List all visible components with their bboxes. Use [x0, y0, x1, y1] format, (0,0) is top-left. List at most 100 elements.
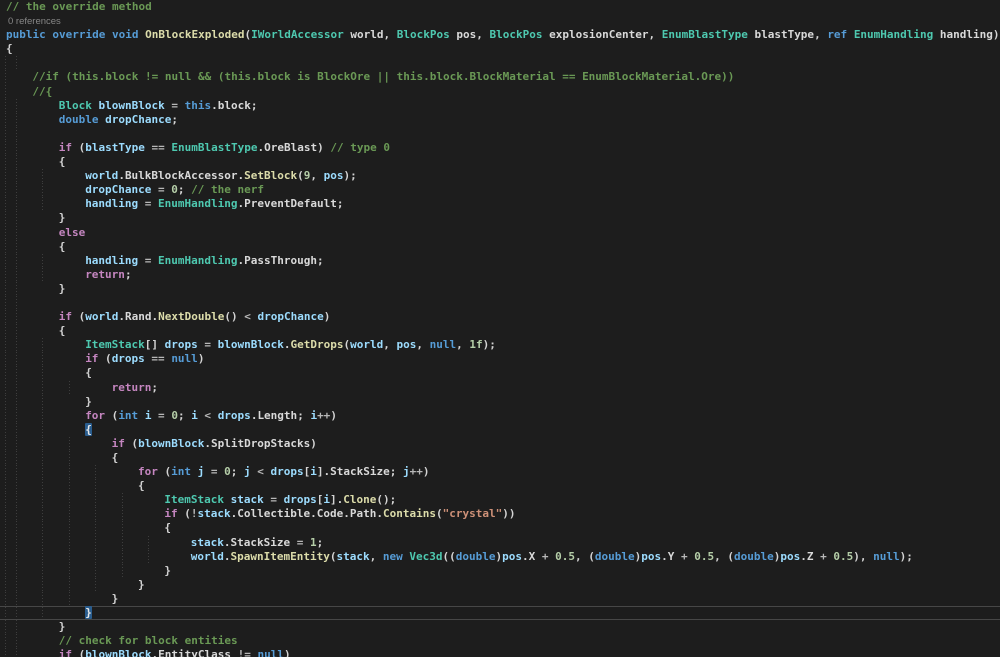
code-line-text: }: [0, 592, 118, 606]
code-line[interactable]: }: [0, 211, 1000, 225]
code-line-text: ItemStack[] drops = blownBlock.GetDrops(…: [0, 338, 496, 352]
token-punctuation: ): [330, 409, 337, 422]
token-punctuation: ].: [330, 493, 343, 506]
codelens-references[interactable]: 0 references: [0, 16, 61, 27]
token-punctuation: ((: [443, 550, 456, 563]
token-method: OnBlockExploded: [145, 28, 244, 41]
code-line[interactable]: if (blastType == EnumBlastType.OreBlast)…: [0, 141, 1000, 155]
code-line[interactable]: if (drops == null): [0, 352, 1000, 366]
code-line[interactable]: //if (this.block != null && (this.block …: [0, 70, 1000, 84]
code-line-text: dropChance = 0; // the nerf: [0, 183, 264, 197]
code-line[interactable]: dropChance = 0; // the nerf: [0, 183, 1000, 197]
token-punctuation: )): [502, 507, 515, 520]
code-line[interactable]: if (blownBlock.EntityClass != null): [0, 648, 1000, 657]
code-line[interactable]: //{: [0, 85, 1000, 99]
token-punctuation: .: [224, 550, 231, 563]
token-member: Rand: [125, 310, 152, 323]
code-line-current[interactable]: }: [0, 606, 1000, 620]
code-line-text: }: [0, 564, 171, 578]
code-line[interactable]: [0, 296, 1000, 310]
code-line[interactable]: if (!stack.Collectible.Code.Path.Contain…: [0, 507, 1000, 521]
token-keyword: double: [595, 550, 635, 563]
code-line[interactable]: stack.StackSize = 1;: [0, 536, 1000, 550]
code-line[interactable]: if (world.Rand.NextDouble() < dropChance…: [0, 310, 1000, 324]
code-line[interactable]: return;: [0, 268, 1000, 282]
token-punctuation: .: [800, 550, 807, 563]
code-line[interactable]: }: [0, 564, 1000, 578]
code-line-text: if (!stack.Collectible.Code.Path.Contain…: [0, 507, 515, 521]
code-line[interactable]: {: [0, 42, 1000, 56]
token-punctuation: }: [59, 211, 66, 224]
token-punctuation: ): [198, 352, 205, 365]
token-text: [847, 28, 854, 41]
code-line[interactable]: {: [0, 155, 1000, 169]
code-line-text: }: [0, 282, 65, 296]
token-punctuation: (: [330, 550, 337, 563]
code-line[interactable]: for (int i = 0; i < drops.Length; i++): [0, 409, 1000, 423]
token-control-keyword: else: [59, 226, 86, 239]
token-keyword: override: [52, 28, 105, 41]
code-line[interactable]: else: [0, 226, 1000, 240]
token-punctuation: }: [59, 620, 66, 633]
token-punctuation: ,: [383, 338, 396, 351]
token-punctuation: (: [72, 310, 85, 323]
code-line[interactable]: {: [0, 521, 1000, 535]
code-line[interactable]: Block blownBlock = this.block;: [0, 99, 1000, 113]
code-line-text: }: [0, 620, 65, 634]
code-line[interactable]: [0, 56, 1000, 70]
code-line[interactable]: handling = EnumHandling.PreventDefault;: [0, 197, 1000, 211]
code-line[interactable]: ItemStack[] drops = blownBlock.GetDrops(…: [0, 338, 1000, 352]
token-variable: dropChance: [105, 113, 171, 126]
code-line-text: stack.StackSize = 1;: [0, 536, 323, 550]
code-line[interactable]: public override void OnBlockExploded(IWo…: [0, 28, 1000, 42]
code-line[interactable]: 0 references: [0, 14, 1000, 28]
code-line[interactable]: {: [0, 366, 1000, 380]
token-control-keyword: if: [59, 648, 72, 657]
token-punctuation: );: [900, 550, 913, 563]
code-line-text: }: [0, 395, 92, 409]
code-line[interactable]: }: [0, 592, 1000, 606]
code-line[interactable]: ItemStack stack = drops[i].Clone();: [0, 493, 1000, 507]
code-line[interactable]: }: [0, 395, 1000, 409]
token-punctuation: (: [125, 437, 138, 450]
code-line[interactable]: // check for block entities: [0, 634, 1000, 648]
code-line[interactable]: world.SpawnItemEntity(stack, new Vec3d((…: [0, 550, 1000, 564]
token-punctuation: ,: [476, 28, 489, 41]
code-line[interactable]: [0, 127, 1000, 141]
code-line[interactable]: {: [0, 324, 1000, 338]
token-method: GetDrops: [291, 338, 344, 351]
code-line[interactable]: double dropChance;: [0, 113, 1000, 127]
code-line[interactable]: {: [0, 451, 1000, 465]
code-line[interactable]: handling = EnumHandling.PassThrough;: [0, 254, 1000, 268]
token-control-keyword: for: [85, 409, 105, 422]
code-line[interactable]: if (blownBlock.SplitDropStacks): [0, 437, 1000, 451]
token-control-keyword: if: [59, 310, 72, 323]
code-line[interactable]: }: [0, 578, 1000, 592]
token-text: [191, 465, 198, 478]
code-line[interactable]: }: [0, 282, 1000, 296]
token-comment: // the nerf: [191, 183, 264, 196]
code-line[interactable]: return;: [0, 381, 1000, 395]
code-line[interactable]: for (int j = 0; j < drops[i].StackSize; …: [0, 465, 1000, 479]
code-line[interactable]: world.BulkBlockAccessor.SetBlock(9, pos)…: [0, 169, 1000, 183]
code-line[interactable]: // the override method: [0, 0, 1000, 14]
token-member: explosionCenter: [549, 28, 648, 41]
code-line[interactable]: }: [0, 620, 1000, 634]
token-operator: <: [238, 310, 258, 323]
token-control-keyword: return: [112, 381, 152, 394]
code-editor[interactable]: // the override method 0 referencespublic…: [0, 0, 1000, 657]
code-line-text: }: [0, 607, 92, 619]
token-variable: pos: [641, 550, 661, 563]
code-line[interactable]: {: [0, 423, 1000, 437]
code-line[interactable]: {: [0, 479, 1000, 493]
token-punctuation: ): [993, 28, 1000, 41]
code-line-text: if (blastType == EnumBlastType.OreBlast)…: [0, 141, 390, 155]
token-punctuation: (: [72, 648, 85, 657]
token-member: OreBlast: [264, 141, 317, 154]
code-line-text: {: [0, 42, 13, 56]
code-line[interactable]: {: [0, 240, 1000, 254]
token-variable: world: [85, 310, 118, 323]
code-line-text: handling = EnumHandling.PassThrough;: [0, 254, 324, 268]
token-member: BulkBlockAccessor: [125, 169, 238, 182]
token-punctuation: ): [310, 437, 317, 450]
